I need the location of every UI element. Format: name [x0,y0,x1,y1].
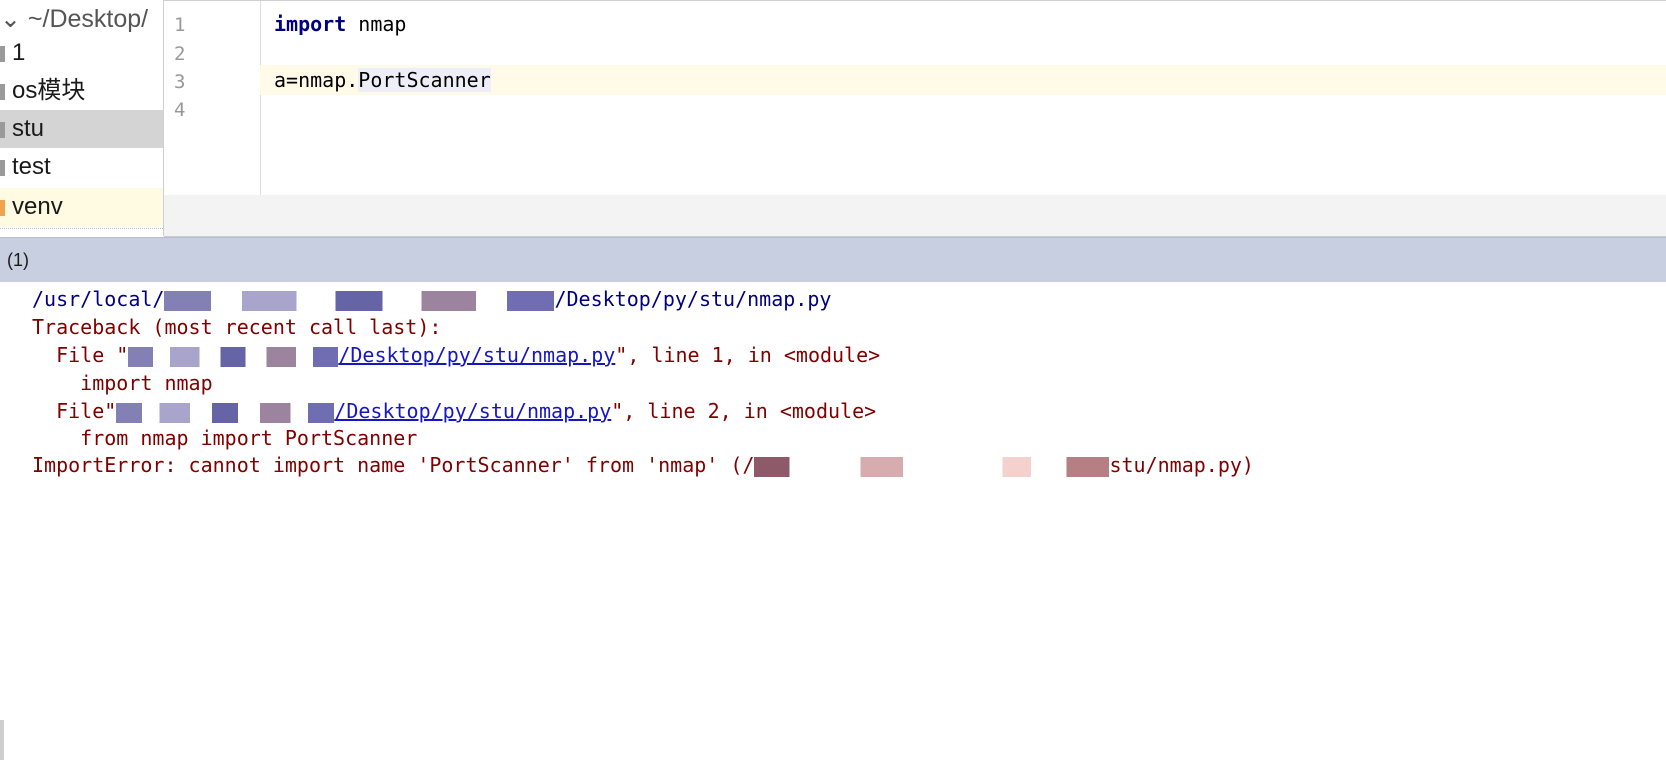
line-number: 1 [174,14,186,36]
traceback-header: Traceback (most recent call last): [32,315,442,339]
redacted-text [116,402,335,423]
code-line-1[interactable]: import nmap [260,9,1666,39]
project-root-label[interactable]: ⌄ ~/Desktop/ [0,4,148,34]
code-editor[interactable]: 1 2 3 4 import nmap a=nmap.PortScanner [164,0,1666,196]
editor-breadcrumb-bar [164,195,1666,237]
line-number: 2 [174,43,186,65]
excluded-folder-icon [0,200,5,216]
import-error-line: ImportError: cannot import name 'PortSca… [32,450,1254,480]
code-line-4[interactable] [260,94,1666,124]
traceback-source-1: import nmap [32,371,213,395]
command-path-start: /usr/local/ [32,287,165,311]
tree-item-stu[interactable]: stu [0,110,163,148]
frame-file-label: File" [32,399,117,423]
keyword-import: import [274,12,347,36]
run-config-title[interactable]: (1) [7,238,29,283]
tree-item-label: venv [12,193,63,220]
folder-icon [0,160,5,176]
tree-divider [0,228,163,236]
frame-location: ", line 2, in <module> [611,399,877,423]
file-link[interactable]: /Desktop/py/stu/nmap.py [338,343,615,367]
line-number: 3 [174,71,186,93]
error-path-end: stu/nmap.py) [1109,453,1254,477]
tree-item-1[interactable]: 1 [0,34,163,72]
code-line-3[interactable]: a=nmap.PortScanner [260,65,1666,95]
code-text: a=nmap. [274,68,359,92]
console-command-line: /usr/local/ /Desktop/py/stu/nmap.py [32,284,831,314]
collapse-chevron-icon[interactable]: ⌄ [0,5,21,33]
line-number: 4 [174,99,186,121]
folder-icon [0,46,5,62]
folder-icon [0,84,5,100]
redacted-text [164,290,555,311]
tree-item-os-module[interactable]: os模块 [0,72,163,110]
redacted-text [128,346,339,367]
tree-item-label: 1 [12,39,26,66]
redacted-text [754,456,1110,477]
file-link[interactable]: /Desktop/py/stu/nmap.py [334,399,611,423]
project-root-path: ~/Desktop/ [27,5,149,33]
traceback-frame-2: File" /Desktop/py/stu/nmap.py", line 2, i… [32,396,876,426]
line-number-gutter: 1 2 3 4 [164,1,261,195]
error-message: ImportError: cannot import name 'PortSca… [32,453,755,477]
traceback-source-2: from nmap import PortScanner [32,426,418,450]
frame-location: ", line 1, in <module> [615,343,881,367]
tree-item-label: os模块 [12,77,86,104]
folder-icon [0,122,5,138]
run-tool-window-header: (1) [0,237,1666,283]
command-path-end: /Desktop/py/stu/nmap.py [554,287,832,311]
tree-item-test[interactable]: test [0,148,163,186]
code-line-2[interactable] [260,38,1666,68]
traceback-frame-1: File " /Desktop/py/stu/nmap.py", line 1, … [32,340,880,370]
code-text: nmap [346,12,407,36]
frame-file-label: File " [32,343,129,367]
tree-item-label: test [12,153,51,180]
tree-item-venv[interactable]: venv [0,188,163,226]
run-console[interactable]: /usr/local/ /Desktop/py/stu/nmap.py Trace… [0,282,1666,760]
project-tree: ⌄ ~/Desktop/ 1 os模块 stu test venv [0,0,164,236]
highlighted-identifier: PortScanner [358,68,491,92]
console-toolbar-edge [0,720,4,760]
tree-item-label: stu [12,115,45,142]
